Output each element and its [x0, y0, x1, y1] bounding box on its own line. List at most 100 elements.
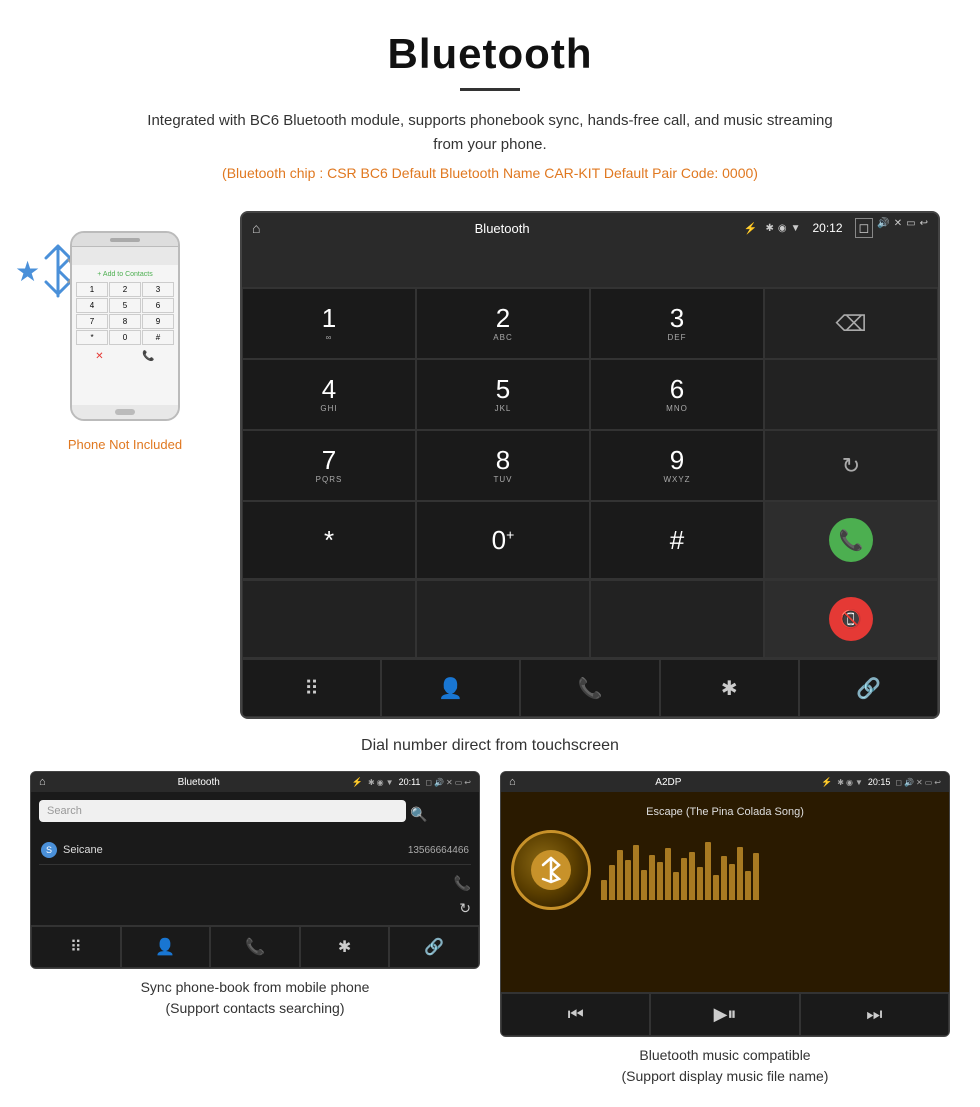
phone-home-button	[115, 409, 135, 415]
pb-user-icon[interactable]: 👤	[121, 926, 211, 968]
viz-bar	[625, 860, 631, 900]
contact-row: S Seicane 13566664466	[39, 836, 471, 865]
dial-empty-2	[416, 580, 590, 658]
usb-icon: ⚡	[744, 222, 758, 235]
bluetooth-icon: ★	[15, 255, 40, 288]
phone-device: + Add to Contacts 1 2 3 4 5 6 7 8 9 * 0 …	[70, 231, 180, 421]
pb-bluetooth-icon[interactable]: ✱	[300, 926, 390, 968]
viz-bar	[633, 845, 639, 900]
pb-status-icons: ✱ ◉ ▼	[368, 778, 394, 787]
music-win-icon: ▭	[925, 778, 933, 787]
music-bluetooth-icon	[537, 856, 565, 884]
dial-key-7[interactable]: 7 PQRS	[242, 430, 416, 501]
music-wifi-icon: ▼	[855, 778, 863, 787]
pb-refresh-sidebar-icon[interactable]: ↻	[39, 900, 471, 917]
dial-key-4[interactable]: 4 GHI	[242, 359, 416, 430]
search-placeholder: Search	[47, 805, 82, 817]
viz-bar	[601, 880, 607, 900]
pb-app-title: Bluetooth	[51, 777, 347, 788]
dial-key-9[interactable]: 9 WXYZ	[590, 430, 764, 501]
search-icon[interactable]: 🔍	[410, 806, 427, 823]
bluetooth-status-icon: ✱	[765, 223, 773, 234]
footer-grid-icon[interactable]: ⠿	[242, 659, 381, 717]
footer-link-icon[interactable]: 🔗	[799, 659, 938, 717]
dial-key-refresh[interactable]: ↻	[764, 430, 938, 501]
window-icon: ▭	[906, 218, 915, 238]
music-play-icon[interactable]: ▶⏸	[650, 993, 799, 1036]
close-icon: ✕	[894, 218, 902, 238]
pb-grid-icon[interactable]: ⠿	[31, 926, 121, 968]
dial-empty-3	[590, 580, 764, 658]
title-divider	[460, 88, 520, 91]
music-main-area	[511, 830, 939, 910]
music-prev-icon[interactable]: ⏮	[501, 993, 650, 1036]
phonebook-panel: ⌂ Bluetooth ⚡ ✱ ◉ ▼ 20:11 ◻ 🔊 ✕ ▭ ↩	[30, 771, 480, 1087]
music-loc-icon: ◉	[846, 778, 853, 787]
dial-key-star[interactable]: *	[242, 501, 416, 579]
pb-link-icon[interactable]: 🔗	[389, 926, 479, 968]
pb-back-icon: ↩	[464, 778, 471, 787]
call-button[interactable]: 📞	[829, 518, 873, 562]
music-bt-icon: ✱	[837, 778, 844, 787]
music-visualizer	[601, 840, 939, 900]
footer-contacts-icon[interactable]: 👤	[381, 659, 520, 717]
pb-right-icons: ◻ 🔊 ✕ ▭ ↩	[425, 778, 471, 787]
contact-name: Seicane	[63, 844, 408, 856]
search-bar[interactable]: Search	[39, 800, 406, 822]
album-art-inner	[531, 850, 571, 890]
dial-key-5[interactable]: 5 JKL	[416, 359, 590, 430]
dial-key-hash[interactable]: #	[590, 501, 764, 579]
music-vol-icon: 🔊	[904, 778, 914, 787]
dialpad-time: 20:12	[812, 221, 842, 235]
header-description: Integrated with BC6 Bluetooth module, su…	[140, 109, 840, 157]
dialpad-footer: ⠿ 👤 📞 ✱ 🔗	[242, 658, 938, 717]
dial-key-8[interactable]: 8 TUV	[416, 430, 590, 501]
phone-illustration: ★ + Add to Contacts 1	[30, 211, 220, 452]
dialpad-app-title: Bluetooth	[268, 221, 735, 236]
music-status-icons: ✱ ◉ ▼	[837, 778, 863, 787]
viz-bar	[657, 862, 663, 900]
viz-bar	[753, 853, 759, 900]
bluetooth-signal: ★	[15, 241, 76, 301]
header-specs: (Bluetooth chip : CSR BC6 Default Blueto…	[60, 165, 920, 181]
pb-phone-icon[interactable]: 📞	[210, 926, 300, 968]
dialpad-screen: ⌂ Bluetooth ⚡ ✱ ◉ ▼ 20:12 ◻ 🔊 ✕ ▭ ↩	[240, 211, 940, 719]
dial-key-6[interactable]: 6 MNO	[590, 359, 764, 430]
music-home-icon: ⌂	[509, 776, 516, 788]
phone-home-area	[72, 405, 178, 419]
viz-bar	[641, 870, 647, 900]
phone-screen: + Add to Contacts 1 2 3 4 5 6 7 8 9 * 0 …	[72, 265, 178, 405]
viz-bar	[745, 871, 751, 900]
dial-key-call[interactable]: 📞	[764, 501, 938, 579]
music-song-title: Escape (The Pina Colada Song)	[646, 806, 804, 818]
music-next-icon[interactable]: ⏭	[800, 993, 949, 1036]
dialpad-status-bar: ⌂ Bluetooth ⚡ ✱ ◉ ▼ 20:12 ◻ 🔊 ✕ ▭ ↩	[242, 213, 938, 243]
page-title: Bluetooth	[60, 30, 920, 78]
music-back-icon: ↩	[934, 778, 941, 787]
pb-wifi-icon: ▼	[386, 778, 394, 787]
dial-key-1[interactable]: 1 ∞	[242, 288, 416, 359]
hangup-button[interactable]: 📵	[829, 597, 873, 641]
contact-avatar: S	[41, 842, 57, 858]
viz-bar	[681, 858, 687, 900]
phonebook-caption: Sync phone-book from mobile phone(Suppor…	[141, 977, 370, 1019]
footer-bluetooth-icon[interactable]: ✱	[660, 659, 799, 717]
pb-close-icon: ✕	[446, 778, 453, 787]
pb-usb-icon: ⚡	[352, 777, 363, 788]
pb-home-icon: ⌂	[39, 776, 46, 788]
music-screen: ⌂ A2DP ⚡ ✱ ◉ ▼ 20:15 ◻ 🔊 ✕ ▭ ↩ Escap	[500, 771, 950, 1037]
pb-call-sidebar-icon[interactable]: 📞	[39, 875, 471, 892]
wifi-icon: ▼	[791, 223, 801, 234]
dial-key-0[interactable]: 0+	[416, 501, 590, 579]
footer-call-icon[interactable]: 📞	[520, 659, 659, 717]
music-right-icons: ◻ 🔊 ✕ ▭ ↩	[895, 778, 941, 787]
dial-key-hangup[interactable]: 📵	[764, 580, 938, 658]
viz-bar	[665, 848, 671, 900]
phonebook-content-wrapper: Search 🔍 S Seicane 13566664466 📞 ↻	[31, 792, 479, 968]
dial-key-3[interactable]: 3 DEF	[590, 288, 764, 359]
home-icon: ⌂	[252, 220, 260, 236]
dial-key-2[interactable]: 2 ABC	[416, 288, 590, 359]
camera-icon: ◻	[855, 218, 874, 238]
dial-key-backspace[interactable]: ⌫	[764, 288, 938, 359]
dialpad-container: ⌂ Bluetooth ⚡ ✱ ◉ ▼ 20:12 ◻ 🔊 ✕ ▭ ↩	[240, 211, 940, 719]
